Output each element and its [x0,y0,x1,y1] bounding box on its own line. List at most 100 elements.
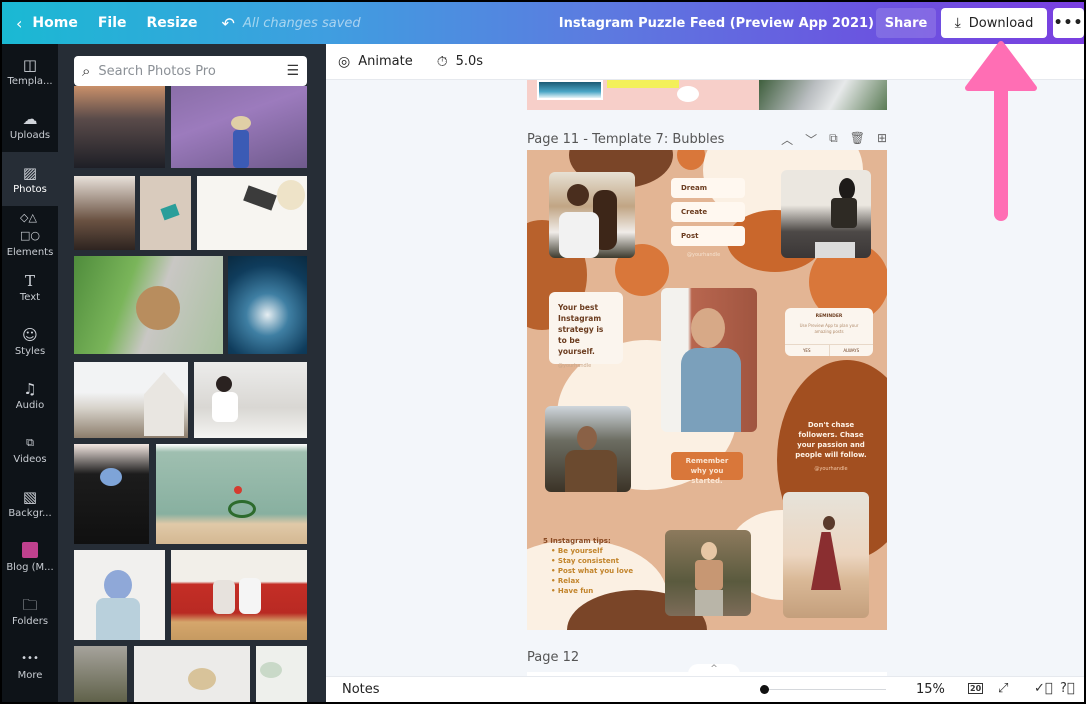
photo-thumbnail[interactable] [74,86,165,168]
photo-thumbnail[interactable] [140,176,191,250]
photo-thumbnail[interactable] [156,444,307,544]
woman-beach-dress-photo[interactable] [783,492,869,618]
duplicate-page-icon[interactable]: ⧉ [829,131,838,148]
photo-thumbnail[interactable] [171,550,307,640]
folder-icon: 🗀 [22,595,38,614]
move-page-down-icon[interactable]: ﹀ [805,131,817,148]
zoom-level[interactable]: 15% [916,682,945,697]
quote-text: Your best Instagram strategy is to be yo… [558,303,604,356]
check-circle-icon[interactable]: ✓⃝ [1034,681,1053,696]
photo-thumbnail[interactable] [197,176,307,250]
man-photo[interactable] [545,406,631,492]
text-icon: T [24,271,35,290]
woman-arm-raised-photo[interactable] [665,530,751,616]
tip-item: Post what you love [543,566,633,576]
sidebar-item-label: Uploads [9,129,51,141]
cloud-upload-icon: ☁ [22,109,38,128]
sidebar-item-label: Text [19,291,41,303]
sidebar-item-templates[interactable]: ◫ Templa... [2,44,58,98]
woman-laptop-photo[interactable] [781,170,871,258]
duration-button[interactable]: ⏱ 5.0s [437,54,483,70]
tip-item: Stay consistent [543,556,633,566]
expand-pages-handle[interactable]: ^ [688,664,740,676]
page-count-icon[interactable]: 20 [968,683,984,694]
previous-page-preview[interactable] [527,80,887,110]
video-icon: ⧉ [26,435,34,449]
follow-quote[interactable]: Don't chase followers. Chase your passio… [793,420,869,474]
more-dots-icon: ••• [21,652,39,664]
follow-quote-text: Don't chase followers. Chase your passio… [795,421,867,459]
sidebar-item-elements[interactable]: ◇△ □○ Elements [2,206,58,260]
animate-label: Animate [358,54,413,69]
file-menu-button[interactable]: File [88,2,137,44]
home-button[interactable]: ‹ Home [2,2,88,44]
template-icon: ◫ [22,55,38,74]
page-title[interactable]: Page 11 - Template 7: Bubbles [527,132,724,147]
canva-editor: ‹ Home File Resize ↶ All changes saved I… [2,2,1084,702]
design-title[interactable]: Instagram Puzzle Feed (Preview App 2021) [559,16,874,31]
follow-quote-handle: @yourhandle [814,466,848,472]
reminder-card[interactable]: REMINDER Use Preview App to plan your am… [785,308,873,356]
photo-thumbnail[interactable] [74,362,188,438]
add-page-icon[interactable]: ⊞ [877,131,887,148]
download-button[interactable]: ⤓ Download [941,8,1047,38]
home-label: Home [32,15,78,31]
sidebar-item-label: Folders [11,615,49,627]
photo-thumbnail[interactable] [74,550,165,640]
sidebar-item-uploads[interactable]: ☁ Uploads [2,98,58,152]
move-page-up-icon[interactable]: ︿ [781,131,793,148]
post-chip[interactable]: Post [671,226,745,246]
create-chip[interactable]: Create [671,202,745,222]
photo-search-input[interactable]: ⌕ Search Photos Pro ☰ [74,56,307,86]
sidebar-item-styles[interactable]: ☺ Styles [2,314,58,368]
fullscreen-icon[interactable]: ⤢ [998,681,1008,696]
sidebar-item-audio[interactable]: ♫ Audio [2,368,58,422]
photo-thumbnail[interactable] [256,646,307,702]
sidebar-item-text[interactable]: T Text [2,260,58,314]
photo-thumbnail[interactable] [74,646,127,702]
photo-thumbnail[interactable] [194,362,307,438]
more-options-button[interactable]: ••• [1053,8,1084,38]
photo-thumbnail[interactable] [74,176,135,250]
filter-sliders-icon[interactable]: ☰ [286,63,299,79]
sidebar-item-blog-folder[interactable]: Blog (M... [2,530,58,584]
top-bar: ‹ Home File Resize ↶ All changes saved I… [2,2,1084,44]
search-placeholder: Search Photos Pro [98,63,216,79]
save-status: All changes saved [242,15,361,31]
sidebar-item-videos[interactable]: ⧉ Videos [2,422,58,476]
undo-icon[interactable]: ↶ [208,14,243,33]
delete-page-icon[interactable]: 🗑 [850,131,865,148]
photo-thumbnail[interactable] [74,256,223,354]
download-label: Download [968,15,1034,31]
sidebar-item-backgrounds[interactable]: ▧ Backgr... [2,476,58,530]
tips-list[interactable]: 5 Instagram tips: Be yourself Stay consi… [543,536,633,596]
help-icon[interactable]: ?⃝ [1060,681,1075,696]
photo-thumbnail[interactable] [74,444,149,544]
animate-button[interactable]: ◎ Animate [338,54,413,70]
zoom-slider-knob[interactable] [760,685,769,694]
download-icon: ⤓ [954,15,961,31]
remember-box[interactable]: Remember why you started. [671,452,743,485]
sidebar-item-folders[interactable]: 🗀 Folders [2,584,58,638]
photo-thumbnail[interactable] [171,86,307,168]
photo-thumbnail[interactable] [134,646,250,702]
smiling-woman-photo[interactable] [661,288,757,432]
couple-photo[interactable] [549,172,635,258]
sidebar-item-label: Videos [13,453,47,465]
sidebar-item-label: Photos [13,183,47,195]
photo-thumbnail[interactable] [228,256,307,354]
design-page[interactable]: Dream Create Post @yourhandle Your best … [527,150,887,630]
share-button[interactable]: Share [876,8,936,38]
zoom-slider[interactable] [760,685,886,694]
resize-button[interactable]: Resize [136,2,207,44]
background-pattern-icon: ▧ [22,487,38,506]
next-page-title[interactable]: Page 12 [527,650,579,665]
tip-item: Relax [543,576,633,586]
duration-label: 5.0s [455,54,484,69]
dream-chip[interactable]: Dream [671,178,745,198]
image-icon: ▨ [22,163,38,182]
quote-card[interactable]: Your best Instagram strategy is to be yo… [549,292,623,369]
sidebar-item-photos[interactable]: ▨ Photos [2,152,58,206]
sidebar-item-more[interactable]: ••• More [2,638,58,692]
notes-button[interactable]: Notes [342,682,380,697]
